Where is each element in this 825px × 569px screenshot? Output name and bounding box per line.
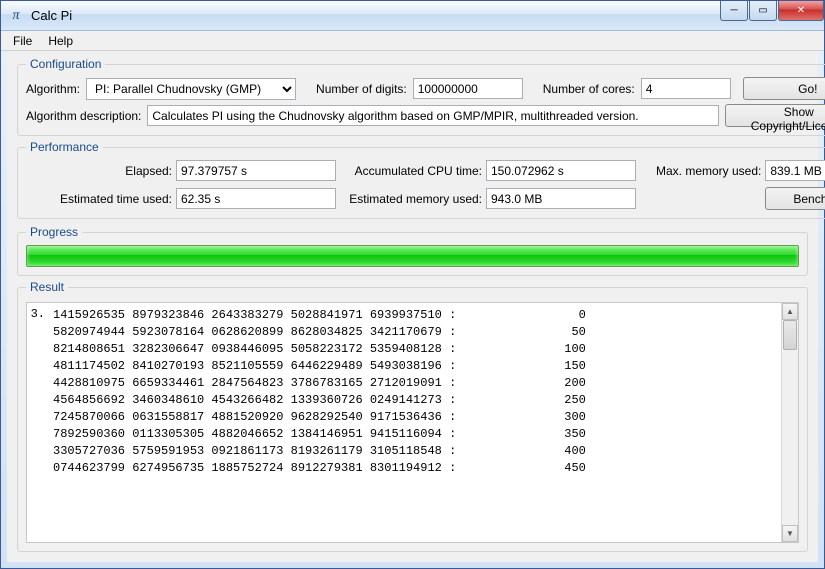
menubar: File Help <box>1 31 824 51</box>
content: Configuration Algorithm: PI: Parallel Ch… <box>7 51 818 562</box>
maximize-button[interactable]: ▭ <box>749 1 777 21</box>
window: π Calc Pi ─ ▭ ✕ File Help Configuration … <box>0 0 825 569</box>
est-mem-value <box>486 188 636 209</box>
titlebar: π Calc Pi ─ ▭ ✕ <box>1 1 824 31</box>
result-prefix: 3. <box>27 303 47 542</box>
cores-input[interactable] <box>641 78 731 99</box>
result-group: Result 3. 1415926535 8979323846 26433832… <box>17 280 808 552</box>
go-button[interactable]: Go! <box>743 77 825 100</box>
cpu-value <box>486 160 636 181</box>
est-mem-label: Estimated memory used: <box>336 192 486 206</box>
scroll-track[interactable] <box>782 320 798 525</box>
cores-label: Number of cores: <box>543 82 635 96</box>
menu-help[interactable]: Help <box>40 32 81 50</box>
close-button[interactable]: ✕ <box>778 1 824 21</box>
window-title: Calc Pi <box>31 8 719 23</box>
mem-value <box>765 160 825 181</box>
desc-input[interactable] <box>147 105 718 126</box>
progress-bar <box>26 245 799 267</box>
est-time-value <box>176 188 336 209</box>
algorithm-label: Algorithm: <box>26 82 80 96</box>
digits-input[interactable] <box>413 78 523 99</box>
desc-label: Algorithm description: <box>26 109 141 123</box>
benchmark-button[interactable]: Benchmark! <box>765 187 825 210</box>
scroll-up-icon[interactable]: ▲ <box>782 303 798 320</box>
configuration-group: Configuration Algorithm: PI: Parallel Ch… <box>17 57 825 136</box>
result-text[interactable]: 1415926535 8979323846 2643383279 5028841… <box>47 303 781 542</box>
est-time-label: Estimated time used: <box>26 192 176 206</box>
algorithm-select[interactable]: PI: Parallel Chudnovsky (GMP) <box>86 78 296 100</box>
scroll-down-icon[interactable]: ▼ <box>782 525 798 542</box>
result-scrollbar[interactable]: ▲ ▼ <box>781 303 798 542</box>
performance-group: Performance Elapsed: Accumulated CPU tim… <box>17 140 825 219</box>
progress-legend: Progress <box>26 225 82 239</box>
license-button[interactable]: Show Copyright/License <box>725 104 825 127</box>
window-controls: ─ ▭ ✕ <box>719 1 824 21</box>
performance-legend: Performance <box>26 140 103 154</box>
app-icon: π <box>7 7 25 25</box>
minimize-button[interactable]: ─ <box>720 1 748 21</box>
progress-group: Progress <box>17 225 808 276</box>
digits-label: Number of digits: <box>316 82 407 96</box>
menu-file[interactable]: File <box>5 32 40 50</box>
result-body: 3. 1415926535 8979323846 2643383279 5028… <box>26 302 799 543</box>
result-legend: Result <box>26 280 68 294</box>
scroll-thumb[interactable] <box>783 320 797 350</box>
elapsed-value <box>176 160 336 181</box>
mem-label: Max. memory used: <box>636 164 765 178</box>
configuration-legend: Configuration <box>26 57 105 71</box>
elapsed-label: Elapsed: <box>26 164 176 178</box>
cpu-label: Accumulated CPU time: <box>336 164 486 178</box>
